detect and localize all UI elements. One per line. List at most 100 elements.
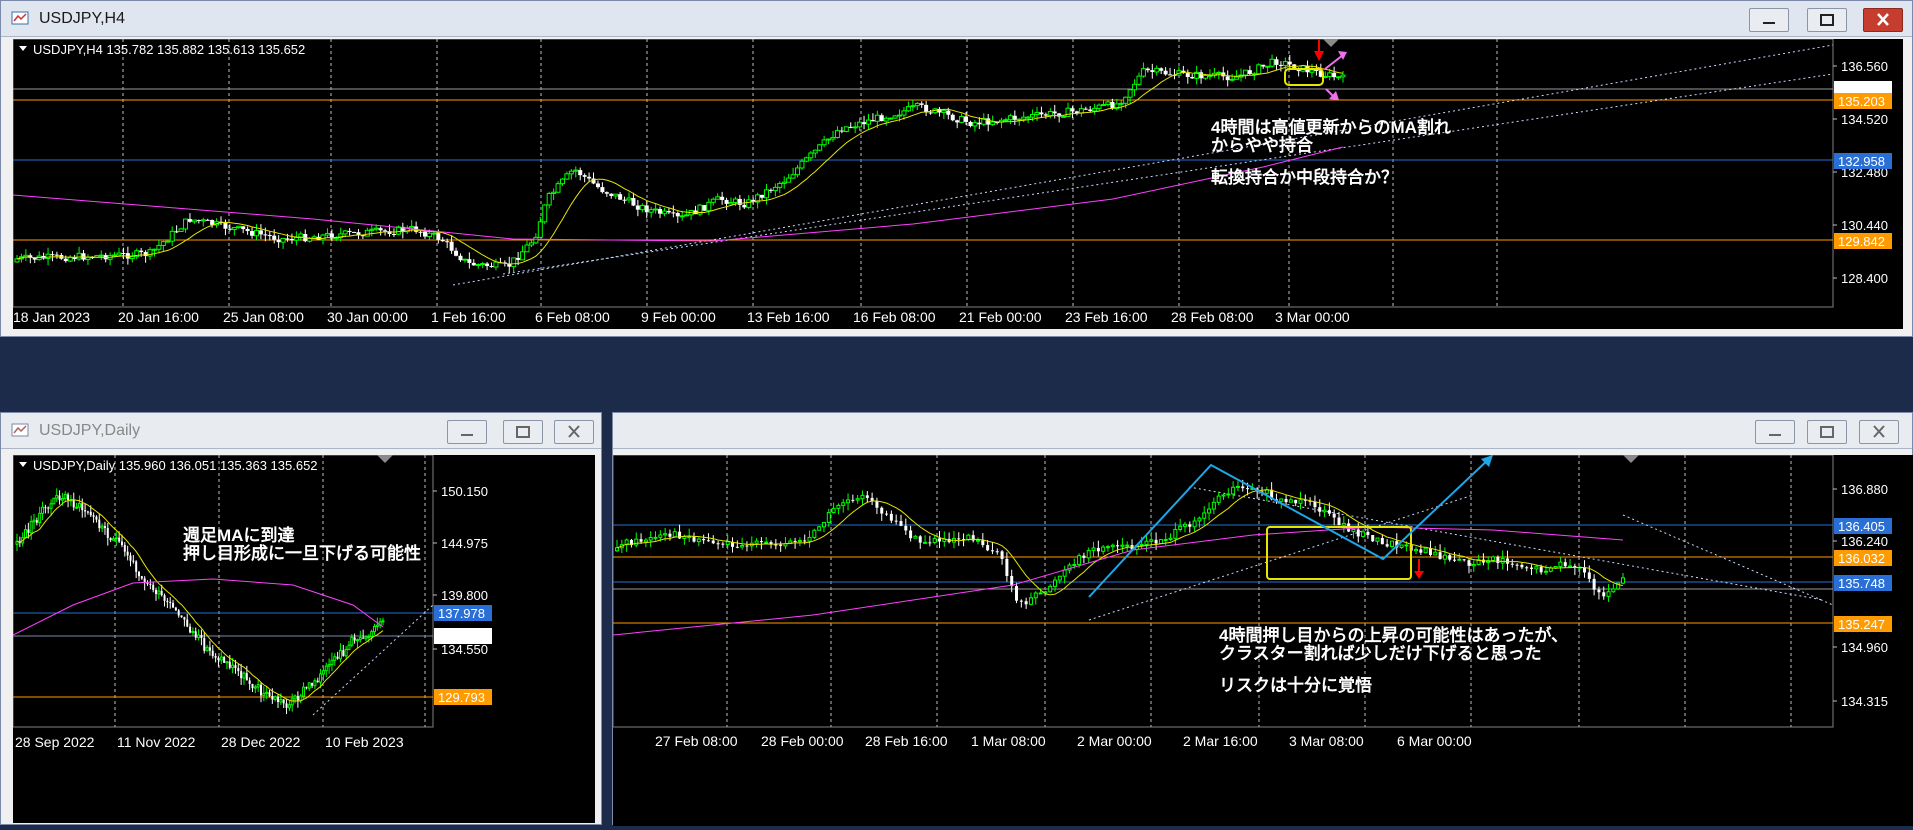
candle-body [338,649,342,660]
candle-body [914,102,920,107]
candle-body [139,250,144,253]
daily-title-bar[interactable]: USDJPY,Daily [1,413,601,449]
candle-body [370,631,374,638]
candle-body [210,220,215,225]
restore-button[interactable] [503,420,543,444]
candle-body [1278,64,1283,66]
candle-body [860,494,865,500]
m30-title-bar[interactable] [613,413,1912,449]
candle-body [1235,485,1240,488]
candle-body [1125,544,1130,547]
candle-body [666,211,671,213]
candle-body [225,661,229,664]
candle-body [1163,70,1168,75]
candle-body [471,262,476,266]
m30-plot-area[interactable]: 136.880 136.240 134.960 134.315 136.405 136.0… [612,454,1913,826]
candle-body [852,126,858,129]
minimize-button[interactable] [1749,8,1789,32]
candle-body [58,495,61,501]
candle-body [901,110,907,116]
candle-body [1199,72,1204,79]
candle-body [1145,68,1150,71]
candle-body [615,547,619,552]
candle-body [728,201,734,205]
arrow-red-icon [1314,51,1324,61]
candle-body [894,520,898,522]
candle-body [720,196,725,200]
y-axis-label: 136.880 [1841,482,1888,497]
close-button[interactable] [1859,420,1899,444]
candle-body [273,696,277,700]
candle-body [892,115,898,119]
x-axis-label: 28 Feb 16:00 [865,733,948,749]
candle-body [595,183,600,188]
candle-body [327,664,331,667]
minimize-button[interactable] [1755,420,1795,444]
candle-body [362,637,365,639]
x-axis-label: 28 Dec 2022 [221,734,301,750]
candle-body [1539,566,1543,573]
y-axis-label: 139.800 [441,588,488,603]
candle-body [1136,75,1142,85]
candle-body [1086,550,1091,559]
candle-body [350,636,354,646]
x-axis-label: 13 Feb 16:00 [747,309,830,325]
candle-body [1336,76,1342,79]
candle-body [1065,107,1071,117]
daily-plot-area[interactable]: 150.150 144.975 139.800 134.550 137.978 135.6… [12,454,595,823]
candle-body [634,538,639,546]
candle-body [786,177,792,183]
candle-body [156,244,162,250]
x-axis-label: 25 Jan 08:00 [223,309,304,325]
candle-body [955,120,960,123]
candle-body [129,256,135,260]
candle-body [745,545,749,547]
close-button[interactable] [1863,8,1903,32]
candle-body [511,257,517,268]
candle-body [268,692,271,697]
candle-body [1457,558,1462,561]
candle-body [1015,586,1019,601]
candle-body [277,696,280,703]
close-button[interactable] [554,420,594,444]
candle-body [186,619,189,627]
daily-chart-window: USDJPY,Daily 150.150 144.975 139.800 134.55… [0,412,602,825]
candle-body [485,263,490,267]
candle-body [1602,592,1606,597]
candle-body [781,181,787,184]
candle-body [706,201,712,212]
candle-body [808,152,814,159]
candle-body [533,236,539,244]
candle-body [830,136,836,140]
minimize-button[interactable] [447,420,487,444]
restore-button[interactable] [1807,420,1847,444]
candle-body [1246,488,1250,490]
candle-body [710,198,716,203]
candle-body [817,526,822,531]
candle-body [1327,510,1331,514]
candle-body [909,530,913,539]
h4-title-bar[interactable]: USDJPY,H4 [1,1,1912,37]
candle-body [38,512,42,524]
h4-plot-area[interactable]: 136.560 134.520 132.480 130.440 128.400 135.6… [12,37,1903,329]
candle-body [1288,499,1293,503]
candle-body [1423,547,1428,554]
candle-body [1448,555,1452,560]
chart-header-quote: USDJPY,Daily 135.960 136.051 135.363 135… [33,458,318,473]
candle-body [63,258,68,262]
candle-body [1530,567,1534,569]
candle-body [237,668,240,672]
candle-body [1428,548,1432,555]
restore-button[interactable] [1807,8,1847,32]
candle-body [151,248,157,251]
candle-body [1269,58,1275,67]
y-axis-label: 134.960 [1841,640,1888,655]
candle-body [644,205,649,213]
candle-body [253,686,257,689]
x-axis-label: 23 Feb 16:00 [1065,309,1148,325]
candle-body [760,194,765,198]
candle-body [981,540,985,546]
candle-body [178,228,184,232]
candle-body [47,507,50,509]
candle-body [84,510,87,512]
